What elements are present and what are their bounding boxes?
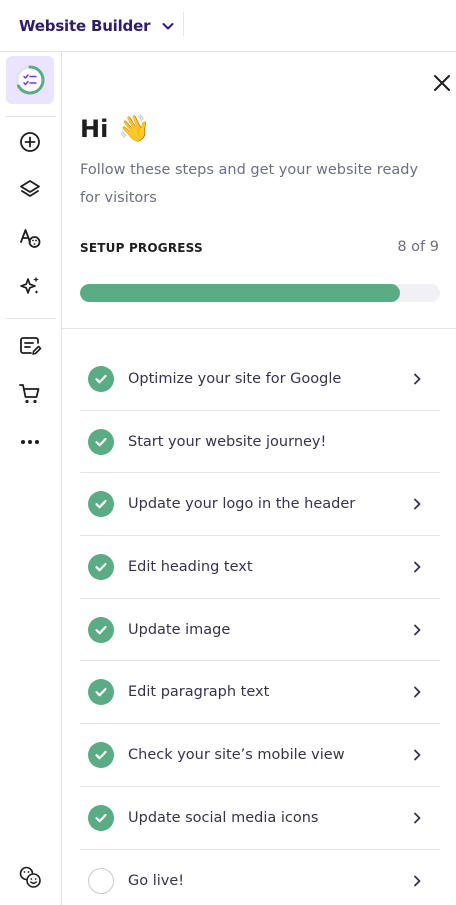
check-done-icon <box>88 428 114 455</box>
rail-separator <box>6 116 56 117</box>
check-done-icon <box>88 679 114 706</box>
setup-step-label: Optimize your site for Google <box>128 370 342 387</box>
chevron-right-icon <box>414 749 421 761</box>
styles-icon <box>20 229 41 248</box>
add-icon <box>20 132 40 152</box>
setup-progress-bar <box>80 284 440 302</box>
website-builder-dropdown[interactable]: Website Builder <box>19 17 176 35</box>
ai-sparkle-icon <box>20 276 39 294</box>
store-button[interactable] <box>6 370 54 418</box>
setup-step-label: Update social media icons <box>128 809 319 826</box>
setup-step-label: Edit heading text <box>128 558 253 575</box>
styles-button[interactable] <box>6 214 54 262</box>
check-done-icon <box>88 616 114 643</box>
chevron-down-icon <box>162 22 174 29</box>
app-title: Website Builder <box>19 16 151 35</box>
checklist-button[interactable] <box>6 56 54 104</box>
accessibility-icon <box>19 866 41 888</box>
setup-step-item[interactable]: Edit heading text <box>80 536 440 599</box>
check-done-icon <box>88 553 114 580</box>
check-done-icon <box>88 804 114 831</box>
chevron-right-icon <box>414 686 421 698</box>
setup-step-item[interactable]: Edit paragraph text <box>80 661 440 725</box>
setup-progress-count: 8 of 9 <box>397 239 439 255</box>
chevron-right-icon <box>414 498 421 510</box>
setup-step-label: Start your website journey! <box>128 433 327 450</box>
close-panel-button[interactable] <box>428 69 456 97</box>
topbar-divider <box>183 12 184 36</box>
left-toolbar <box>0 52 62 905</box>
setup-step-item[interactable]: Check your site’s mobile view <box>80 724 440 787</box>
rail-separator <box>6 318 56 319</box>
chevron-right-icon <box>414 812 421 824</box>
check-done-icon <box>88 365 114 392</box>
chevron-right-icon <box>414 561 421 573</box>
check-done-icon <box>88 491 114 518</box>
setup-step-item[interactable]: Go live! <box>80 850 440 905</box>
check-pending-icon <box>88 867 114 894</box>
setup-step-item[interactable]: Update image <box>80 599 440 662</box>
setup-step-label: Edit paragraph text <box>128 684 270 701</box>
setup-step-label: Update image <box>128 621 231 638</box>
layers-icon <box>20 180 40 197</box>
more-button[interactable] <box>6 418 54 466</box>
chevron-right-icon <box>414 373 421 385</box>
top-bar: Website Builder <box>0 0 456 52</box>
accessibility-button[interactable] <box>6 853 54 901</box>
setup-step-label: Go live! <box>128 872 185 889</box>
store-cart-icon <box>19 384 40 404</box>
setup-step-item[interactable]: Start your website journey! <box>80 411 440 474</box>
greeting-heading: Hi 👋 <box>80 114 151 144</box>
ai-tools-button[interactable] <box>6 262 54 310</box>
setup-step-item[interactable]: Optimize your site for Google <box>80 348 440 411</box>
setup-step-label: Update your logo in the header <box>128 496 356 513</box>
checklist-icon <box>15 65 45 95</box>
setup-steps-list: Optimize your site for Google Start your … <box>80 348 440 905</box>
blog-icon <box>20 337 42 355</box>
greeting-text: Hi <box>80 115 109 143</box>
waving-hand-icon: 👋 <box>118 114 151 144</box>
panel-divider <box>62 328 456 329</box>
panel-subtitle: Follow these steps and get your website … <box>80 162 419 206</box>
setup-checklist-panel: Hi 👋 Follow these steps and get your web… <box>62 52 456 905</box>
setup-progress-fill <box>80 284 401 302</box>
setup-progress-label: SETUP PROGRESS <box>80 241 203 255</box>
more-icon <box>21 440 39 444</box>
setup-step-item[interactable]: Update your logo in the header <box>80 473 440 537</box>
chevron-right-icon <box>414 624 421 635</box>
setup-step-item[interactable]: Update social media icons <box>80 787 440 850</box>
add-element-button[interactable] <box>6 118 54 166</box>
close-icon <box>434 75 450 91</box>
check-done-icon <box>88 741 114 768</box>
chevron-right-icon <box>414 875 421 887</box>
setup-step-label: Check your site’s mobile view <box>128 746 345 763</box>
layers-button[interactable] <box>6 166 54 214</box>
blog-button[interactable] <box>6 322 54 370</box>
